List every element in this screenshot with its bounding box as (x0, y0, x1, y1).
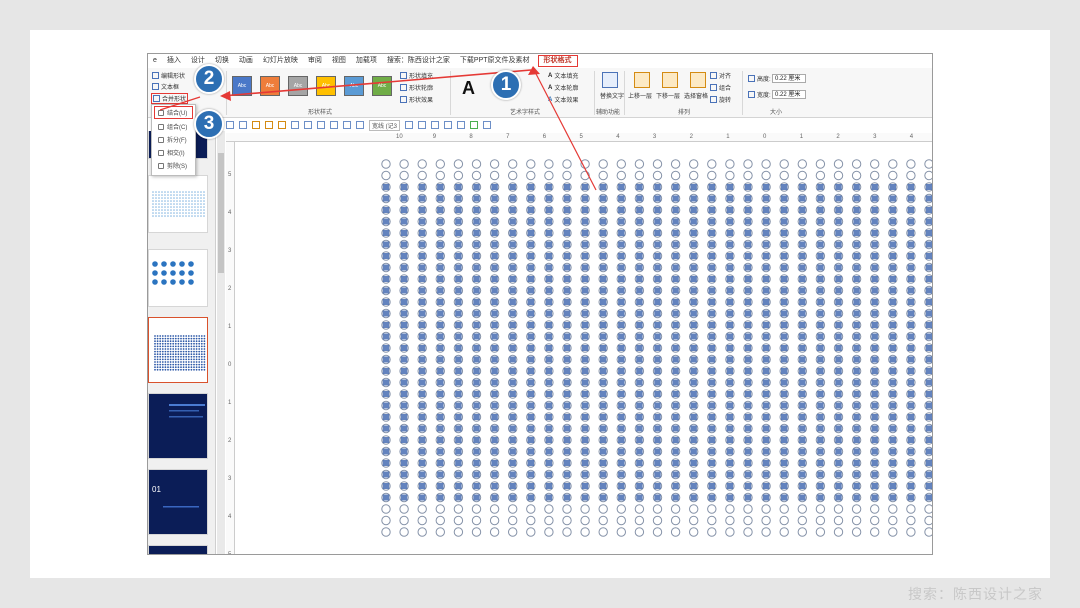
annotation-arrows (159, 66, 597, 191)
arrow-line (221, 69, 532, 97)
arrowhead (220, 91, 231, 101)
step-badge-2: 2 (194, 64, 224, 94)
step-badge-1: 1 (491, 70, 521, 100)
page-background: e 插入 设计 切换 动画 幻灯片放映 审阅 视图 加载项 搜索：陈西设计之家 … (0, 0, 1080, 608)
arrow-line (159, 96, 201, 111)
step-badge-3: 3 (194, 109, 224, 139)
arrow-line (532, 67, 597, 191)
